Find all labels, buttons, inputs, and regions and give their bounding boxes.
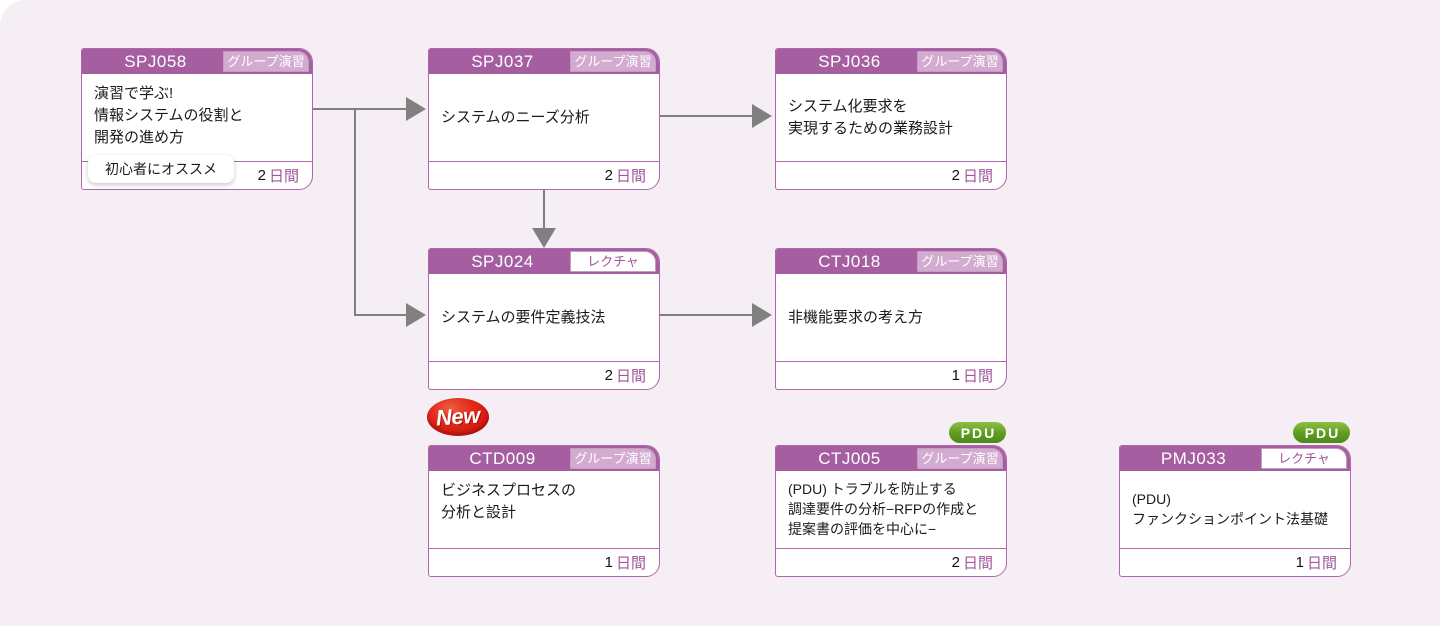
course-card-spj036[interactable]: SPJ036 グループ演習 システム化要求を 実現するための業務設計 2 日間: [775, 48, 1007, 190]
duration-value: 2: [604, 167, 613, 184]
pdu-letter-p: P: [960, 424, 971, 441]
card-header: SPJ037 グループ演習: [429, 49, 659, 74]
duration-unit: 日間: [615, 368, 646, 385]
arrow-spj058-to-spj037: [406, 97, 426, 121]
course-code: CTJ018: [818, 252, 881, 271]
pdu-letter-u: U: [984, 424, 995, 441]
pdu-letter-d: D: [972, 424, 983, 441]
connector-spj058-to-spj024: [354, 314, 414, 316]
course-card-spj024[interactable]: SPJ024 レクチャ システムの要件定義技法 2 日間: [428, 248, 660, 390]
card-header: CTJ005 グループ演習: [776, 446, 1006, 471]
course-roadmap-diagram: SPJ058 グループ演習 演習で学ぶ! 情報システムの役割と 開発の進め方 2…: [0, 0, 1440, 626]
course-card-ctd009[interactable]: CTD009 グループ演習 ビジネスプロセスの 分析と設計 1 日間: [428, 445, 660, 577]
connector-spj058-trunk: [310, 108, 356, 110]
card-header: PMJ033 レクチャ: [1120, 446, 1350, 471]
course-title: 非機能要求の考え方: [776, 274, 1006, 362]
arrow-spj037-to-spj036: [752, 104, 772, 128]
duration-value: 2: [951, 167, 960, 184]
course-code: PMJ033: [1160, 449, 1227, 468]
course-card-ctj005[interactable]: CTJ005 グループ演習 (PDU) トラブルを防止する 調達要件の分析−RF…: [775, 445, 1007, 577]
course-card-spj037[interactable]: SPJ037 グループ演習 システムのニーズ分析 2 日間: [428, 48, 660, 190]
course-type-badge: グループ演習: [917, 251, 1003, 272]
course-duration: 1 日間: [776, 362, 1006, 389]
connector-spj058-to-spj037: [354, 108, 414, 110]
pdu-letter-d: D: [1316, 424, 1327, 441]
pdu-badge-ctj005: P D U: [949, 422, 1006, 443]
course-card-pmj033[interactable]: PMJ033 レクチャ (PDU) ファンクションポイント法基礎 1 日間: [1119, 445, 1351, 577]
course-type-badge: グループ演習: [917, 448, 1003, 469]
course-type-badge: グループ演習: [917, 51, 1003, 72]
duration-value: 1: [951, 367, 960, 384]
card-header: SPJ036 グループ演習: [776, 49, 1006, 74]
recommend-badge-spj058: 初心者にオススメ: [88, 155, 234, 183]
course-title: 演習で学ぶ! 情報システムの役割と 開発の進め方: [82, 74, 312, 162]
course-code: SPJ037: [471, 52, 534, 71]
card-header: SPJ024 レクチャ: [429, 249, 659, 274]
card-header: CTD009 グループ演習: [429, 446, 659, 471]
course-code: SPJ058: [124, 52, 187, 71]
duration-value: 1: [1295, 554, 1304, 571]
course-duration: 2 日間: [776, 162, 1006, 189]
pdu-letter-p: P: [1304, 424, 1315, 441]
course-duration: 2 日間: [776, 549, 1006, 576]
duration-unit: 日間: [615, 168, 646, 185]
connector-spj037-to-spj036: [660, 115, 760, 117]
card-header: SPJ058 グループ演習: [82, 49, 312, 74]
course-title: システムの要件定義技法: [429, 274, 659, 362]
duration-value: 1: [604, 554, 613, 571]
course-code: SPJ024: [471, 252, 534, 271]
duration-unit: 日間: [615, 555, 646, 572]
course-card-ctj018[interactable]: CTJ018 グループ演習 非機能要求の考え方 1 日間: [775, 248, 1007, 390]
course-type-badge: レクチャ: [570, 251, 656, 272]
connector-spj024-to-ctj018: [660, 314, 760, 316]
course-type-badge: レクチャ: [1261, 448, 1347, 469]
new-badge-label: New: [435, 402, 481, 431]
course-title: システムのニーズ分析: [429, 74, 659, 162]
course-type-badge: グループ演習: [570, 51, 656, 72]
duration-value: 2: [257, 167, 266, 184]
duration-unit: 日間: [962, 555, 993, 572]
course-title: (PDU) トラブルを防止する 調達要件の分析−RFPの作成と 提案書の評価を中…: [776, 471, 1006, 549]
course-title: ビジネスプロセスの 分析と設計: [429, 471, 659, 549]
duration-value: 2: [951, 554, 960, 571]
course-title: (PDU) ファンクションポイント法基礎: [1120, 471, 1350, 549]
course-duration: 1 日間: [1120, 549, 1350, 576]
duration-unit: 日間: [1306, 555, 1337, 572]
new-badge-ctd009: New: [427, 398, 489, 436]
course-duration: 2 日間: [429, 162, 659, 189]
course-code: CTD009: [469, 449, 536, 468]
connector-spj058-vertical: [354, 108, 356, 316]
course-title: システム化要求を 実現するための業務設計: [776, 74, 1006, 162]
duration-unit: 日間: [962, 168, 993, 185]
course-duration: 2 日間: [429, 362, 659, 389]
arrow-spj037-to-spj024: [532, 228, 556, 248]
pdu-letter-u: U: [1328, 424, 1339, 441]
duration-value: 2: [604, 367, 613, 384]
card-header: CTJ018 グループ演習: [776, 249, 1006, 274]
arrow-spj024-to-ctj018: [752, 303, 772, 327]
course-code: CTJ005: [818, 449, 881, 468]
duration-unit: 日間: [962, 368, 993, 385]
course-duration: 1 日間: [429, 549, 659, 576]
pdu-badge-pmj033: P D U: [1293, 422, 1350, 443]
arrow-spj058-to-spj024: [406, 303, 426, 327]
course-code: SPJ036: [818, 52, 881, 71]
course-type-badge: グループ演習: [570, 448, 656, 469]
course-type-badge: グループ演習: [223, 51, 309, 72]
duration-unit: 日間: [268, 168, 299, 185]
